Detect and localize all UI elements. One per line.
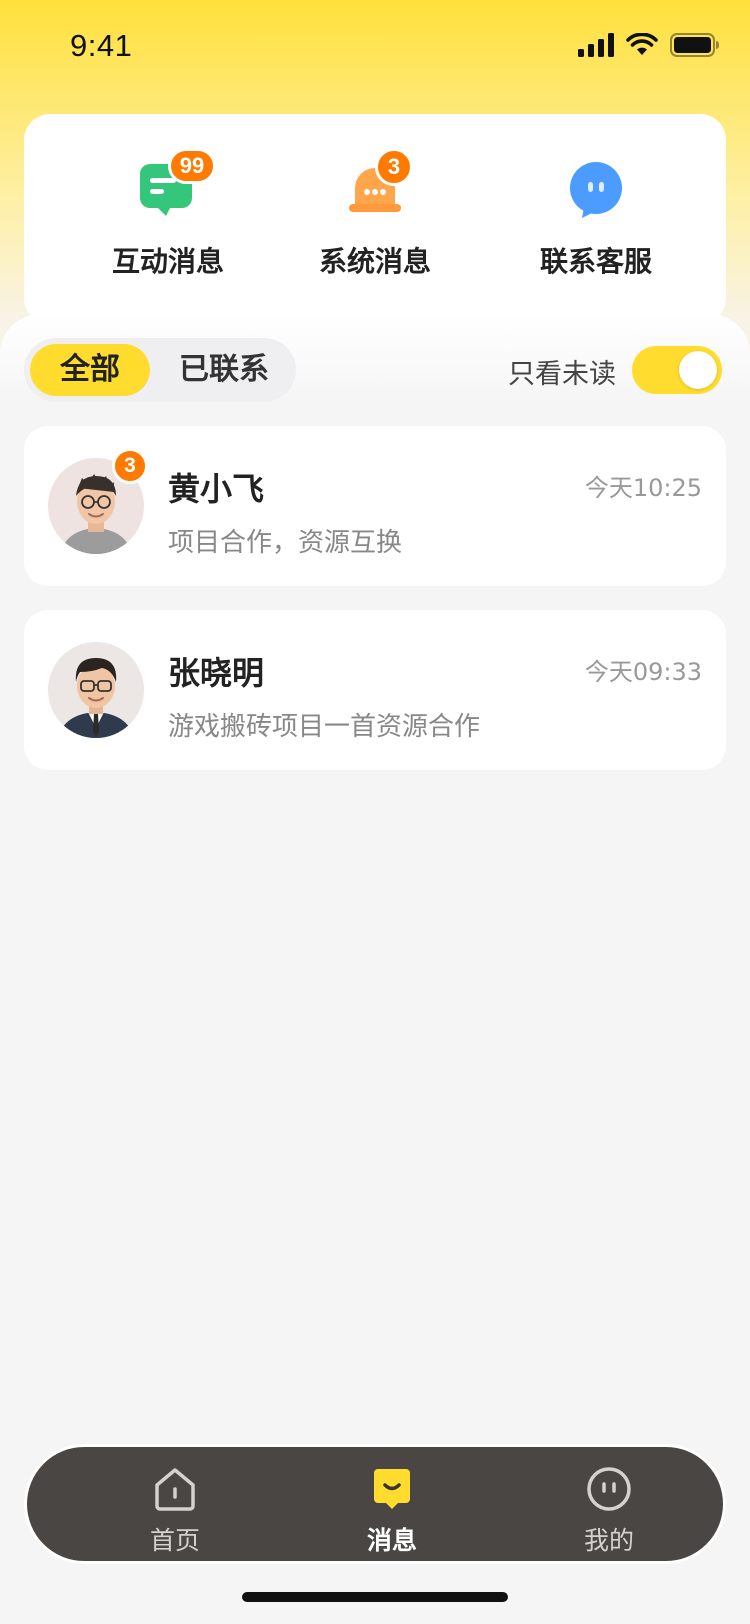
tab-home-label: 首页 bbox=[149, 1526, 200, 1555]
tab-contacted[interactable]: 已联系 bbox=[158, 344, 290, 396]
contact-name: 张晓明 bbox=[168, 654, 265, 692]
conversation-item[interactable]: 3 黄小飞 今天10:25 项目合作，资源互换 bbox=[24, 426, 726, 586]
system-messages-label: 系统消息 bbox=[318, 245, 431, 278]
status-icons bbox=[578, 33, 720, 57]
interactive-messages-button[interactable]: 99 互动消息 bbox=[78, 148, 258, 280]
service-bubble-icon bbox=[570, 162, 622, 218]
battery-icon bbox=[670, 33, 719, 57]
message-time: 今天10:25 bbox=[584, 474, 702, 502]
home-indicator bbox=[242, 1592, 508, 1602]
status-bar: 9:41 bbox=[0, 0, 750, 96]
tab-profile-label: 我的 bbox=[583, 1526, 634, 1555]
bottom-tab-bar: 首页 消息 我的 bbox=[24, 1444, 726, 1564]
tab-messages[interactable]: 消息 bbox=[332, 1465, 452, 1557]
interactive-messages-label: 互动消息 bbox=[111, 245, 224, 278]
interactive-messages-badge: 99 bbox=[168, 148, 216, 184]
filter-segmented-control: 全部 已联系 bbox=[24, 338, 296, 402]
avatar bbox=[48, 642, 144, 738]
unread-only-label: 只看未读 bbox=[508, 359, 616, 390]
tab-messages-label: 消息 bbox=[366, 1526, 417, 1555]
message-preview: 项目合作，资源互换 bbox=[168, 528, 403, 558]
tab-all[interactable]: 全部 bbox=[30, 344, 150, 396]
toggle-knob bbox=[679, 351, 717, 389]
profile-icon bbox=[587, 1467, 631, 1511]
contact-name: 黄小飞 bbox=[168, 470, 265, 508]
message-icon bbox=[374, 1469, 410, 1509]
message-preview: 游戏搬砖项目一首资源合作 bbox=[168, 712, 481, 742]
system-messages-button[interactable]: 3 系统消息 bbox=[285, 148, 465, 280]
unread-only-toggle[interactable] bbox=[632, 346, 722, 394]
system-messages-badge: 3 bbox=[375, 148, 413, 186]
home-icon bbox=[155, 1468, 195, 1511]
customer-service-button[interactable]: 联系客服 bbox=[506, 158, 686, 280]
unread-count-badge: 3 bbox=[112, 448, 148, 484]
quick-actions-card: 99 互动消息 3 系统消息 联系客服 bbox=[24, 114, 726, 324]
tab-profile[interactable]: 我的 bbox=[549, 1465, 669, 1557]
conversation-item[interactable]: 张晓明 今天09:33 游戏搬砖项目一首资源合作 bbox=[24, 610, 726, 770]
cellular-signal-icon bbox=[578, 33, 614, 57]
tab-home[interactable]: 首页 bbox=[115, 1465, 235, 1557]
message-time: 今天09:33 bbox=[584, 658, 702, 686]
customer-service-label: 联系客服 bbox=[539, 245, 652, 278]
status-time: 9:41 bbox=[70, 28, 133, 63]
wifi-icon bbox=[626, 33, 658, 55]
